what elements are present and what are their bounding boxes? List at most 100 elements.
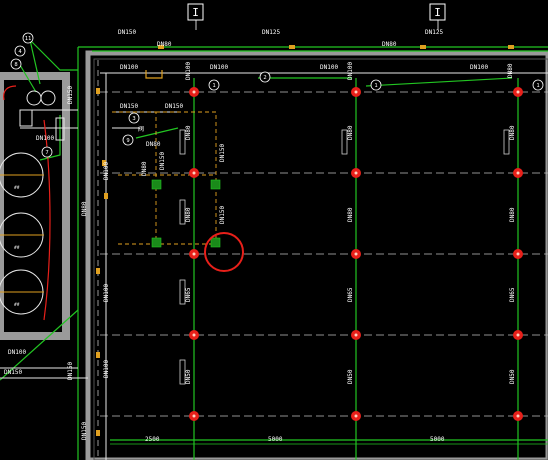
pipe-label: DN80 bbox=[146, 141, 161, 148]
pipe-label: DN80 bbox=[185, 125, 192, 140]
pipe-label: DN150 bbox=[4, 369, 22, 376]
pipe-label: DN80 bbox=[157, 41, 172, 48]
column-center bbox=[192, 333, 196, 337]
cad-drawing: I I DN150 DN125 DN80 DN80 DN125 DN100 DN… bbox=[0, 3, 548, 460]
pipe-label: DN80 bbox=[347, 207, 354, 222]
pump-room-wall bbox=[0, 72, 70, 340]
callout-label: 9 bbox=[126, 138, 129, 144]
valve bbox=[104, 193, 108, 199]
pipe-supports bbox=[179, 129, 510, 385]
pipe-label: DN150 bbox=[165, 103, 183, 110]
pump-1 bbox=[26, 90, 42, 106]
valve bbox=[96, 268, 100, 274]
callout-label: 1 bbox=[374, 83, 377, 89]
callout-label: 8 bbox=[14, 62, 17, 68]
pipe-label: DN100 bbox=[320, 64, 338, 71]
pipe-label: DN80 bbox=[141, 161, 148, 176]
pipe-label: DN150 bbox=[219, 206, 226, 224]
pipe-label: DN150 bbox=[81, 422, 88, 440]
pipe-label: DN80 bbox=[81, 201, 88, 216]
pipe-label: DN150 bbox=[67, 86, 74, 104]
pipe-label: DN150 bbox=[120, 103, 138, 110]
pipe-label: DN65 bbox=[509, 287, 516, 302]
callout-label: 11 bbox=[25, 36, 32, 42]
column-center bbox=[192, 252, 196, 256]
callout-label: 1 bbox=[212, 83, 215, 89]
highlight-circle bbox=[204, 232, 244, 272]
column-center bbox=[516, 414, 520, 418]
column-center bbox=[354, 90, 358, 94]
section-markers: I I bbox=[187, 3, 446, 30]
white-pipes bbox=[0, 72, 548, 460]
pipe-label: DN150 bbox=[118, 29, 136, 36]
branch-loop-1 bbox=[112, 111, 157, 245]
column-center bbox=[516, 252, 520, 256]
tank-labels: ## ## ## bbox=[14, 185, 20, 308]
tank-label: ## bbox=[14, 245, 20, 251]
pipe-label: DN150 bbox=[219, 144, 226, 162]
pipe-label: DN100 bbox=[103, 360, 110, 378]
outer-wall bbox=[85, 50, 548, 460]
pump-2 bbox=[40, 90, 56, 106]
pipe-label: DN100 bbox=[120, 64, 138, 71]
pipe-label: DN80 bbox=[347, 125, 354, 140]
green-pipes bbox=[0, 39, 548, 460]
sprinkler-head bbox=[210, 179, 221, 190]
section-marker-label: I bbox=[434, 6, 441, 19]
pipe-label: DN100 bbox=[36, 135, 54, 142]
inner-wall-line bbox=[93, 58, 548, 460]
pipe-label: DN80 bbox=[509, 207, 516, 222]
pipe-label: DN80 bbox=[382, 41, 397, 48]
column-center bbox=[192, 171, 196, 175]
pipe-label: DN100 bbox=[210, 64, 228, 71]
valve bbox=[96, 430, 100, 436]
pipe-label: DN100 bbox=[103, 284, 110, 302]
pump-room-red-pipe-2 bbox=[3, 85, 17, 101]
callout-label: 7 bbox=[45, 150, 48, 156]
column-center bbox=[354, 414, 358, 418]
valve bbox=[289, 45, 295, 49]
column-center bbox=[192, 90, 196, 94]
callout-label: 3 bbox=[132, 116, 135, 122]
pipe-label: DN150 bbox=[67, 362, 74, 380]
callout-leader-4 bbox=[365, 77, 513, 87]
column-center bbox=[516, 333, 520, 337]
pipe-label: DN80 bbox=[507, 63, 514, 78]
valve-bracket bbox=[145, 70, 163, 79]
valve bbox=[420, 45, 426, 49]
dimension-value: 2500 bbox=[145, 436, 160, 443]
pipe-label: DN125 bbox=[425, 29, 443, 36]
pipe-label: DN65 bbox=[185, 287, 192, 302]
valve bbox=[96, 352, 100, 358]
dimension-value: 5000 bbox=[268, 436, 283, 443]
pipe-label: DN80 bbox=[509, 125, 516, 140]
pipe-label: DN125 bbox=[262, 29, 280, 36]
pipe-label: DN50 bbox=[509, 369, 516, 384]
column-center bbox=[516, 171, 520, 175]
column-center bbox=[354, 252, 358, 256]
building-walls bbox=[0, 50, 548, 460]
column-center bbox=[516, 90, 520, 94]
column-center bbox=[192, 414, 196, 418]
water-tanks bbox=[0, 85, 65, 321]
sprinkler-head bbox=[151, 179, 162, 190]
dimension-value: 5000 bbox=[430, 436, 445, 443]
tank-label: ## bbox=[14, 185, 20, 191]
pump-base bbox=[19, 109, 33, 127]
column-center bbox=[354, 333, 358, 337]
pipe-label: DN100 bbox=[103, 162, 110, 180]
pipe-label: DN50 bbox=[185, 369, 192, 384]
sprinkler-head bbox=[210, 237, 221, 248]
callout-label: 1 bbox=[536, 83, 539, 89]
pipe-label: DN65 bbox=[347, 287, 354, 302]
pipe-label: DN100 bbox=[347, 62, 354, 80]
callout-label: 2 bbox=[263, 75, 266, 81]
pump-connector bbox=[29, 39, 78, 71]
section-marker-label: I bbox=[192, 6, 199, 19]
pipe-label: DN80 bbox=[185, 207, 192, 222]
sprinkler-head bbox=[151, 237, 162, 248]
axis-grid bbox=[100, 91, 548, 417]
valve bbox=[96, 88, 100, 94]
column-center bbox=[354, 171, 358, 175]
pipe-label: DN150 bbox=[159, 152, 166, 170]
